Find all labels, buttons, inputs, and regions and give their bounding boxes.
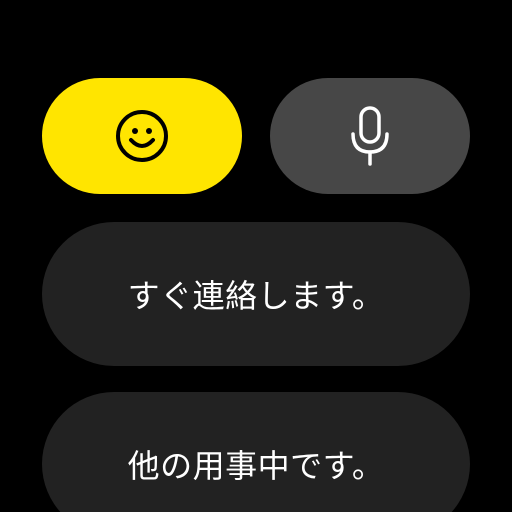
quick-reply-item[interactable]: 他の用事中です。 [42,392,470,512]
quick-reply-item[interactable]: すぐ連絡します。 [42,222,470,366]
microphone-icon [348,104,392,168]
quick-reply-screen: すぐ連絡します。 他の用事中です。 [0,0,512,512]
quick-reply-label: 他の用事中です。 [127,447,385,485]
voice-input-button[interactable] [270,78,470,194]
smiley-face-icon [114,108,170,164]
emoji-button[interactable] [42,78,242,194]
quick-reply-label: すぐ連絡します。 [127,277,385,315]
